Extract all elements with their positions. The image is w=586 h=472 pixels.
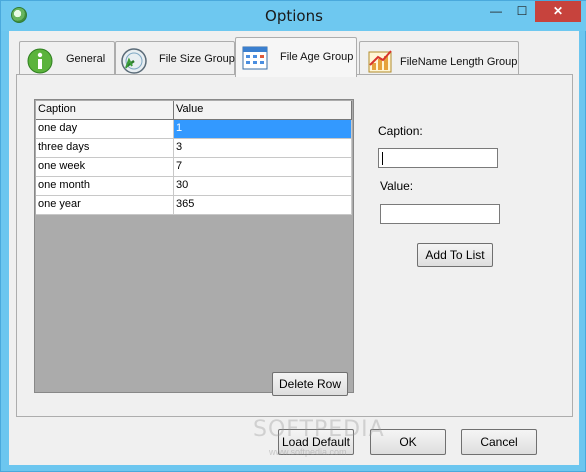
value-cell[interactable]: 1 — [174, 120, 352, 139]
caption-label: Caption: — [378, 124, 423, 138]
caption-cell[interactable]: one month — [36, 177, 174, 196]
add-to-list-button[interactable]: Add To List — [417, 243, 493, 267]
minimize-button[interactable]: — — [483, 1, 509, 22]
info-icon — [27, 48, 53, 74]
column-header-value[interactable]: Value — [174, 101, 352, 120]
tab-file-size-group[interactable]: File Size Group — [115, 41, 235, 77]
text-cursor — [382, 152, 383, 165]
bar-chart-icon — [368, 50, 392, 73]
column-header-caption[interactable]: Caption — [36, 101, 174, 120]
tab-panel-file-age-group: Caption Value one day 1 three days 3 one… — [16, 74, 573, 457]
caption-cell[interactable]: three days — [36, 139, 174, 158]
watermark-url: www.softpedia.com — [269, 447, 347, 457]
dialog-body: General File Size Group File Age Group F… — [9, 31, 579, 465]
gauge-icon — [121, 48, 147, 74]
watermark-text: SOFTPEDIA — [253, 417, 385, 442]
value-cell[interactable]: 7 — [174, 158, 352, 177]
tab-filename-length-group[interactable]: FileName Length Group — [359, 41, 519, 77]
options-window: Options — ☐ ✕ General File Size Group Fi… — [0, 0, 586, 472]
caption-field[interactable] — [378, 148, 498, 168]
tab-file-age-group[interactable]: File Age Group — [235, 37, 357, 77]
value-field[interactable] — [380, 204, 500, 224]
tab-label: File Age Group — [280, 51, 354, 63]
table-row[interactable]: one month 30 — [36, 177, 352, 196]
file-age-grid[interactable]: Caption Value one day 1 three days 3 one… — [34, 99, 354, 393]
delete-row-button[interactable]: Delete Row — [272, 372, 348, 396]
value-cell[interactable]: 365 — [174, 196, 352, 215]
tab-general[interactable]: General — [19, 41, 115, 77]
caption-cell[interactable]: one week — [36, 158, 174, 177]
value-cell[interactable]: 30 — [174, 177, 352, 196]
table-row[interactable]: one day 1 — [36, 120, 352, 139]
tab-label: FileName Length Group — [400, 56, 518, 68]
tab-label: General — [66, 53, 106, 65]
table-row[interactable]: one year 365 — [36, 196, 352, 215]
table-row[interactable]: three days 3 — [36, 139, 352, 158]
close-button[interactable]: ✕ — [535, 1, 581, 22]
caption-cell[interactable]: one year — [36, 196, 174, 215]
maximize-button[interactable]: ☐ — [509, 1, 535, 22]
cancel-button[interactable]: Cancel — [461, 429, 537, 455]
value-cell[interactable]: 3 — [174, 139, 352, 158]
grid-header-row: Caption Value — [36, 101, 352, 120]
value-label: Value: — [380, 179, 414, 193]
caption-cell[interactable]: one day — [36, 120, 174, 139]
title-bar[interactable]: Options — ☐ ✕ — [1, 1, 586, 31]
tab-label: File Size Group — [159, 53, 235, 65]
calendar-icon — [242, 46, 268, 70]
table-row[interactable]: one week 7 — [36, 158, 352, 177]
grid-body: Caption Value one day 1 three days 3 one… — [36, 101, 352, 391]
